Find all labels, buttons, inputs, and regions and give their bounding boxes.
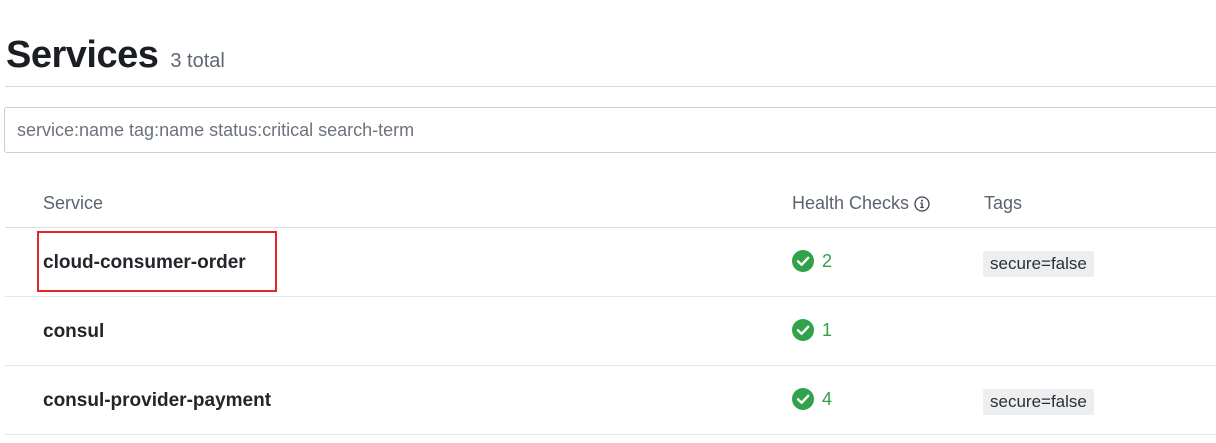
service-count: 3 total [170,50,225,72]
tags-cell: secure=false [983,251,1094,277]
service-name-link[interactable]: consul-provider-payment [43,390,271,412]
tag-pill: secure=false [983,251,1094,277]
column-header-health-label: Health Checks [792,193,910,213]
health-check-count: 4 [822,388,833,409]
service-name-link[interactable]: consul [43,321,104,343]
header-divider [5,86,1216,87]
table-row[interactable]: consul 1 [5,297,1216,366]
column-header-health-checks: Health Checks [792,193,930,214]
health-check-count: 1 [822,319,833,340]
service-name-link[interactable]: cloud-consumer-order [43,252,246,274]
health-check-count: 2 [822,250,833,271]
table-row[interactable]: cloud-consumer-order 2 secure=false [5,228,1216,297]
table-header: Service Health Checks Tags [5,180,1216,228]
column-header-service: Service [43,193,104,213]
tag-pill: secure=false [983,389,1094,415]
table-row[interactable]: consul-provider-payment 4 secure=false [5,366,1216,435]
info-circle-icon[interactable] [914,195,930,212]
column-header-tags: Tags [984,193,1023,213]
health-checks-cell: 4 [792,388,832,410]
services-page: Services 3 total Service Health Checks T… [0,0,1216,443]
tags-cell: secure=false [983,389,1094,415]
health-checks-cell: 2 [792,250,832,272]
check-circle-icon [792,319,814,341]
services-table: Service Health Checks Tags cloud-consume… [5,180,1216,435]
search-input[interactable] [4,107,1216,153]
page-header: Services 3 total [6,34,225,77]
check-circle-icon [792,388,814,410]
health-checks-cell: 1 [792,319,832,341]
page-title: Services [6,34,159,76]
check-circle-icon [792,250,814,272]
